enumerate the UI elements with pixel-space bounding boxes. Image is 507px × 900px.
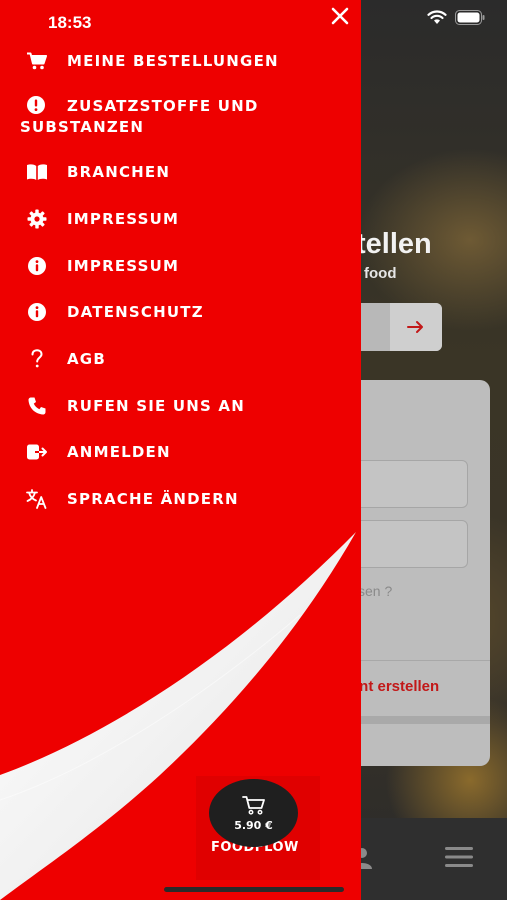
menu-item-additives[interactable]: ZUSATZSTOFFE UND SUBSTANZEN bbox=[20, 95, 350, 138]
battery-icon bbox=[455, 10, 485, 25]
menu-item-call-us[interactable]: RUFEN SIE UNS AN bbox=[20, 395, 350, 417]
menu-item-my-orders[interactable]: MEINE BESTELLUNGEN bbox=[20, 50, 350, 72]
background-subtitle: food bbox=[364, 265, 397, 282]
menu-item-label: AGB bbox=[67, 350, 106, 368]
menu-item-label: ZUSATZSTOFFE UND SUBSTANZEN bbox=[20, 95, 320, 138]
menu-item-change-language[interactable]: SPRACHE ÄNDERN bbox=[20, 488, 350, 510]
menu-item-label: DATENSCHUTZ bbox=[67, 303, 204, 321]
menu-item-label: IMPRESSUM bbox=[67, 257, 180, 275]
phone-icon bbox=[26, 395, 48, 417]
close-button[interactable] bbox=[328, 4, 352, 28]
close-icon bbox=[331, 7, 349, 25]
status-time: 18:53 bbox=[48, 13, 92, 32]
register-link[interactable]: unt erstellen bbox=[350, 678, 439, 695]
cart-total: 5.90 € bbox=[234, 818, 273, 832]
menu-item-login[interactable]: ANMELDEN bbox=[20, 441, 350, 463]
menu-item-label: MEINE BESTELLUNGEN bbox=[67, 52, 279, 70]
gear-icon bbox=[26, 208, 48, 230]
alert-circle-icon bbox=[26, 95, 48, 115]
forgot-password-link[interactable]: sen ? bbox=[358, 583, 392, 599]
menu-item-terms[interactable]: AGB bbox=[20, 348, 350, 370]
info-icon bbox=[26, 255, 48, 277]
status-indicators bbox=[427, 10, 485, 25]
search-submit-button[interactable] bbox=[390, 303, 442, 351]
menu-item-privacy[interactable]: DATENSCHUTZ bbox=[20, 301, 350, 323]
side-drawer: 18:53 MEINE BESTELLUNGEN ZUSATZSTOFFE UN… bbox=[0, 0, 361, 900]
background-title: tellen bbox=[356, 228, 432, 260]
menu-item-label: SPRACHE ÄNDERN bbox=[67, 490, 239, 508]
arrow-right-icon bbox=[407, 321, 423, 333]
question-icon bbox=[26, 348, 48, 370]
translate-icon bbox=[26, 488, 48, 510]
menu-item-label: ANMELDEN bbox=[67, 443, 171, 461]
menu-item-impressum-info[interactable]: IMPRESSUM bbox=[20, 255, 350, 277]
login-icon bbox=[26, 441, 48, 463]
home-indicator bbox=[164, 887, 344, 892]
cart-icon bbox=[241, 795, 265, 815]
menu-item-label: IMPRESSUM bbox=[67, 210, 180, 228]
book-icon bbox=[26, 161, 48, 183]
menu-item-label: BRANCHEN bbox=[67, 163, 171, 181]
cart-icon bbox=[26, 50, 48, 72]
menu-item-industries[interactable]: BRANCHEN bbox=[20, 161, 350, 183]
info-icon bbox=[26, 301, 48, 323]
menu-item-impressum-settings[interactable]: IMPRESSUM bbox=[20, 208, 350, 230]
cart-button[interactable]: 5.90 € bbox=[209, 779, 298, 847]
menu-item-text: ZUSATZSTOFFE UND SUBSTANZEN bbox=[20, 97, 259, 136]
wifi-icon bbox=[427, 10, 447, 24]
hamburger-menu-icon[interactable] bbox=[445, 846, 473, 868]
menu-item-label: RUFEN SIE UNS AN bbox=[67, 397, 245, 415]
